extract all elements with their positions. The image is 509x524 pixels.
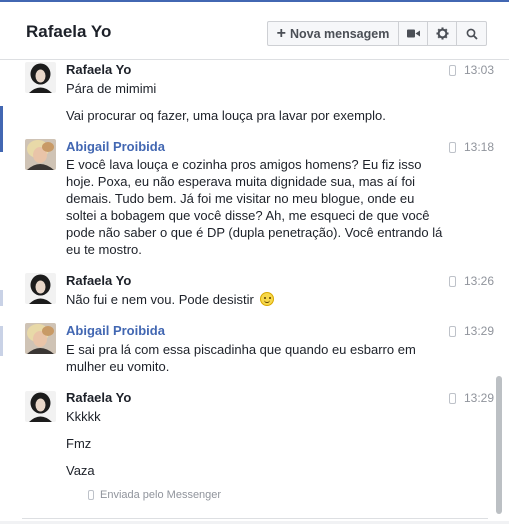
sidebar-edge-mark	[0, 290, 3, 306]
message-text: Fmz	[66, 436, 92, 451]
smile-emoji-icon	[259, 292, 274, 306]
timestamp-text: 13:29	[463, 391, 494, 405]
sender-name[interactable]: Rafaela Yo	[66, 390, 131, 405]
sender-name[interactable]: Abigail Proibida	[66, 323, 165, 338]
avatar[interactable]	[25, 139, 56, 170]
message-timestamp: 13:03	[448, 63, 494, 77]
message-timestamp: 13:29	[448, 391, 494, 405]
avatar[interactable]	[25, 273, 56, 304]
conversation-header: Rafaela Yo + Nova mensagem	[0, 2, 509, 60]
timestamp-text: 13:26	[463, 274, 494, 288]
timestamp-text: 13:03	[463, 63, 494, 77]
mobile-phone-icon	[88, 490, 94, 500]
mobile-phone-icon	[448, 275, 456, 287]
search-icon	[466, 28, 478, 40]
sender-name[interactable]: Rafaela Yo	[66, 62, 131, 77]
sender-name[interactable]: Rafaela Yo	[66, 273, 131, 288]
message-text: E você lava louça e cozinha pros amigos …	[66, 157, 443, 257]
message-text: Vai procurar oq fazer, uma louça pra lav…	[66, 108, 386, 123]
mobile-phone-icon	[448, 392, 456, 404]
conversation-title[interactable]: Rafaela Yo	[26, 22, 111, 42]
avatar[interactable]	[25, 62, 56, 93]
avatar[interactable]	[25, 323, 56, 354]
sidebar-edge-highlight	[0, 106, 3, 152]
mobile-phone-icon	[448, 64, 456, 76]
new-message-label: Nova mensagem	[289, 26, 390, 41]
sent-via-messenger: Enviada pelo Messenger	[88, 489, 221, 501]
timestamp-text: 13:29	[463, 324, 494, 338]
message-text: Não fui e nem vou. Pode desistir	[66, 291, 448, 308]
message-timestamp: 13:18	[448, 140, 494, 154]
sender-name[interactable]: Abigail Proibida	[66, 139, 165, 154]
scrollbar-thumb[interactable]	[496, 376, 502, 514]
message-text: Vaza	[66, 463, 95, 478]
message-timestamp: 13:29	[448, 324, 494, 338]
search-button[interactable]	[457, 22, 486, 45]
video-call-icon	[406, 29, 420, 38]
header-toolbar: + Nova mensagem	[267, 21, 487, 46]
message-text: E sai pra lá com essa piscadinha que qua…	[66, 342, 416, 374]
message-text-content: Não fui e nem vou. Pode desistir	[66, 292, 254, 307]
composer-divider	[22, 518, 488, 519]
settings-button[interactable]	[428, 22, 457, 45]
message-text: Pára de mimimi	[66, 81, 157, 96]
mobile-phone-icon	[448, 141, 456, 153]
message-timestamp: 13:26	[448, 274, 494, 288]
sent-via-label: Enviada pelo Messenger	[100, 489, 222, 501]
gear-icon	[435, 27, 449, 40]
new-message-button[interactable]: + Nova mensagem	[268, 22, 399, 45]
message-text: Kkkkk	[66, 409, 101, 424]
video-call-button[interactable]	[399, 22, 428, 45]
sidebar-edge-mark	[0, 326, 3, 356]
timestamp-text: 13:18	[463, 140, 494, 154]
avatar[interactable]	[25, 391, 56, 422]
mobile-phone-icon	[448, 325, 456, 337]
plus-icon: +	[276, 24, 286, 42]
